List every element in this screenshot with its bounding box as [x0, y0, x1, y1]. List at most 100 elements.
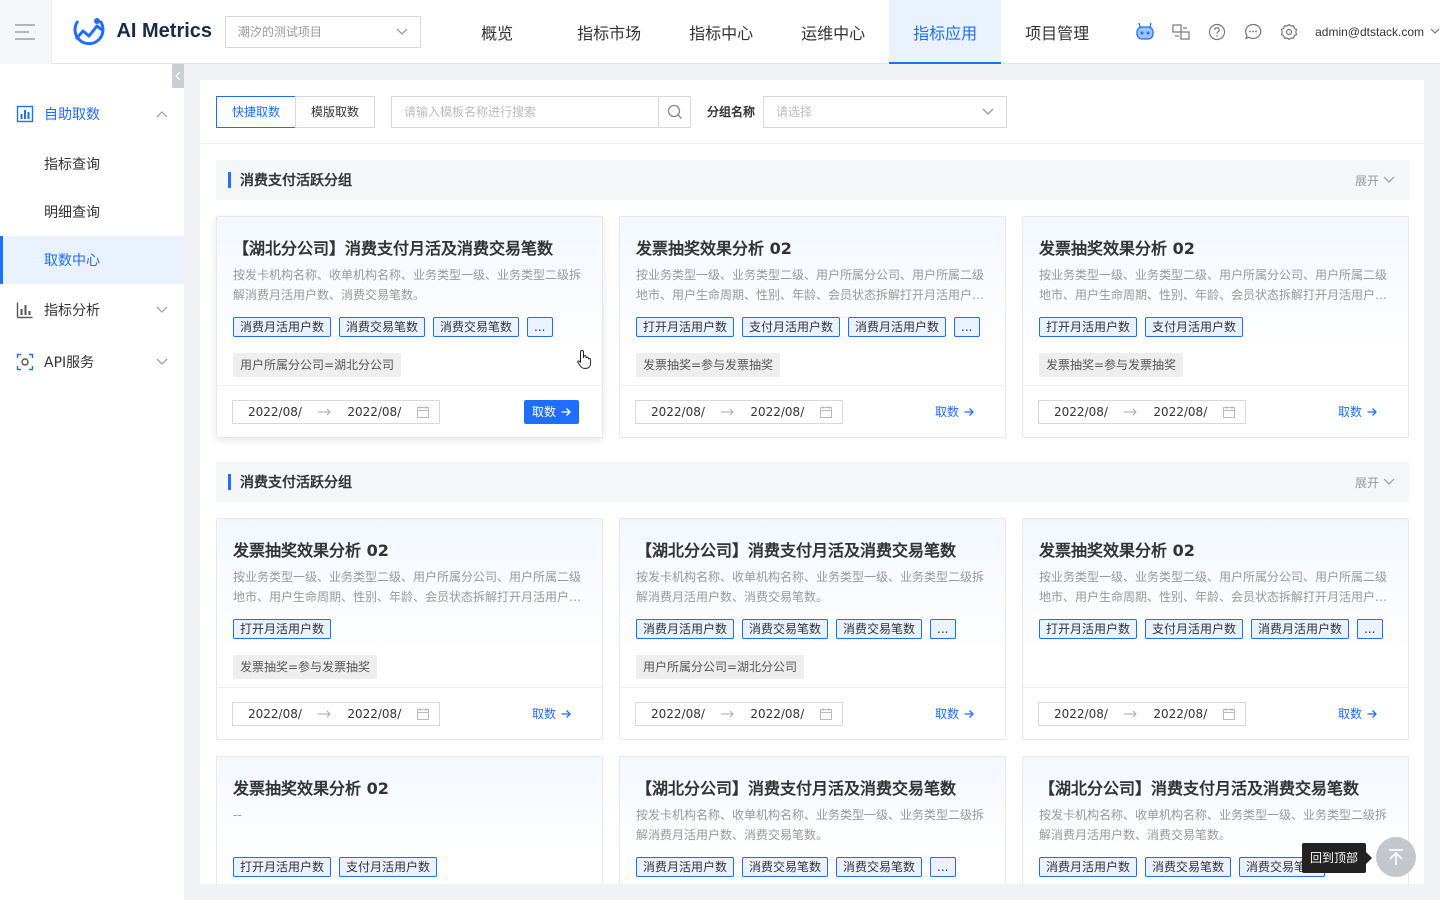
card-footer: 2022/08/2022/08/取数	[1023, 385, 1408, 437]
template-card[interactable]: 发票抽奖效果分析 02 按业务类型一级、业务类型二级、用户所属分公司、用户所属二级…	[619, 216, 1006, 438]
sidebar-collapse-button[interactable]	[172, 64, 184, 88]
logo-icon	[73, 17, 105, 45]
sidebar-item-detail-query[interactable]: 明细查询	[0, 188, 184, 236]
arrow-right-icon	[720, 710, 734, 717]
template-search	[391, 95, 692, 128]
card-footer: 2022/08/2022/08/取数	[620, 687, 1005, 739]
chevron-down-icon	[1383, 176, 1395, 183]
calendar-icon	[819, 707, 832, 720]
nav-project-management[interactable]: 项目管理	[1001, 0, 1113, 64]
fetch-label: 取数	[531, 405, 556, 419]
sidebar-group-api-service[interactable]: API服务	[0, 336, 184, 388]
template-card[interactable]: 发票抽奖效果分析 02 -- 打开月活用户数 支付月活用户数	[216, 756, 603, 884]
nav-ops-center[interactable]: 运维中心	[777, 0, 889, 64]
card-description: 按发卡机构名称、收单机构名称、业务类型一级、业务类型二级拆解消费月活用户数、消费…	[636, 808, 985, 842]
calendar-icon	[819, 405, 832, 418]
card-footer: 2022/08/2022/08/取数	[217, 687, 602, 739]
fetch-button[interactable]: 取数	[523, 399, 579, 424]
search-input[interactable]	[392, 96, 659, 127]
template-card[interactable]: 发票抽奖效果分析 02 按业务类型一级、业务类型二级、用户所属分公司、用户所属二级…	[1022, 216, 1409, 438]
date-range-picker[interactable]: 2022/08/2022/08/	[1038, 701, 1246, 726]
template-card[interactable]: 发票抽奖效果分析 02 按业务类型一级、业务类型二级、用户所属分公司、用户所属二级…	[216, 518, 603, 740]
arrow-right-icon	[1367, 407, 1377, 416]
date-range-picker[interactable]: 2022/08/2022/08/	[232, 701, 440, 726]
template-card[interactable]: 发票抽奖效果分析 02 按业务类型一级、业务类型二级、用户所属分公司、用户所属二级…	[1022, 518, 1409, 740]
date-end: 2022/08/	[347, 706, 402, 721]
arrow-right-icon	[561, 709, 571, 718]
metric-tag: 消费月活用户数	[636, 619, 735, 639]
tab-quick-fetch[interactable]: 快捷取数	[216, 95, 297, 128]
fetch-label: 取数	[531, 707, 556, 721]
help-icon[interactable]	[1205, 20, 1229, 44]
search-button[interactable]	[658, 96, 690, 127]
translate-icon[interactable]	[1169, 20, 1193, 44]
card-title: 【湖北分公司】消费支付月活及消费交易笔数	[233, 239, 554, 257]
arrow-right-icon	[317, 710, 331, 717]
more-tags-button[interactable]: ...	[930, 857, 956, 877]
filter-condition: 发票抽奖=参与发票抽奖	[1039, 353, 1184, 377]
sidebar-item-metric-query[interactable]: 指标查询	[0, 140, 184, 188]
template-card[interactable]: 【湖北分公司】消费支付月活及消费交易笔数 按发卡机构名称、收单机构名称、业务类型一…	[619, 518, 1006, 740]
fetch-button[interactable]: 取数	[1330, 702, 1385, 726]
date-range-picker[interactable]: 2022/08/2022/08/	[232, 399, 440, 424]
settings-icon[interactable]	[1277, 20, 1301, 44]
more-tags-button[interactable]: ...	[954, 317, 980, 337]
metric-tag: 打开月活用户数	[1039, 619, 1138, 639]
nav-overview[interactable]: 概览	[441, 0, 553, 64]
date-range-picker[interactable]: 2022/08/2022/08/	[635, 399, 843, 424]
nav-metric-market[interactable]: 指标市场	[553, 0, 665, 64]
nav-metric-center[interactable]: 指标中心	[665, 0, 777, 64]
card-title: 发票抽奖效果分析 02	[1039, 239, 1195, 257]
metric-tag: 消费交易笔数	[339, 317, 426, 337]
metric-tag: 消费交易笔数	[836, 857, 923, 877]
more-tags-button[interactable]: ...	[527, 317, 553, 337]
user-menu[interactable]: admin@dtstack.com	[1315, 25, 1440, 39]
expand-toggle[interactable]: 展开	[1355, 474, 1395, 491]
sidebar-group-self-service[interactable]: 自助取数	[0, 88, 184, 140]
analysis-icon	[16, 302, 33, 319]
date-start: 2022/08/	[248, 404, 302, 419]
more-tags-button[interactable]: ...	[1357, 619, 1383, 639]
date-range-picker[interactable]: 2022/08/2022/08/	[1038, 399, 1246, 424]
nav-metric-application[interactable]: 指标应用	[889, 0, 1002, 64]
metric-tag: 消费交易笔数	[742, 857, 829, 877]
metric-tag: 打开月活用户数	[1039, 317, 1138, 337]
filter-condition: 用户所属分公司=湖北分公司	[233, 353, 402, 377]
fetch-button[interactable]: 取数	[524, 702, 579, 726]
group-title: 消费支付活跃分组	[228, 170, 352, 190]
metric-tag: 消费月活用户数	[1251, 619, 1350, 639]
fetch-button[interactable]: 取数	[927, 400, 982, 424]
tab-template-fetch[interactable]: 模版取数	[295, 95, 376, 128]
date-range-picker[interactable]: 2022/08/2022/08/	[635, 701, 843, 726]
project-select[interactable]: 潮汐的测试项目	[224, 15, 422, 48]
metric-tag: 消费月活用户数	[1039, 857, 1138, 877]
app-logo[interactable]: AI Metrics	[70, 15, 224, 49]
sidebar-group-metric-analysis[interactable]: 指标分析	[0, 284, 184, 336]
date-start: 2022/08/	[1054, 404, 1108, 419]
group-name-select[interactable]: 请选择	[763, 95, 1008, 128]
fetch-button[interactable]: 取数	[1330, 400, 1385, 424]
card-footer: 2022/08/2022/08/取数	[620, 385, 1005, 437]
sidebar-item-data-center[interactable]: 取数中心	[0, 236, 184, 284]
card-footer: 2022/08/2022/08/取数	[1023, 687, 1408, 739]
search-icon	[667, 104, 682, 119]
chevron-down-icon	[1430, 28, 1440, 34]
chevron-down-icon	[156, 358, 168, 365]
message-icon[interactable]	[1241, 20, 1265, 44]
expand-label: 展开	[1354, 475, 1379, 490]
card-description: 按发卡机构名称、收单机构名称、业务类型一级、业务类型二级拆解消费月活用户数、消费…	[233, 268, 582, 302]
menu-toggle-button[interactable]	[0, 0, 53, 64]
more-tags-button[interactable]: ...	[930, 619, 956, 639]
date-end: 2022/08/	[1153, 706, 1208, 721]
back-to-top-button[interactable]	[1376, 837, 1416, 877]
group-header: 消费支付活跃分组 展开	[216, 160, 1409, 200]
fetch-button[interactable]: 取数	[927, 702, 982, 726]
robot-icon[interactable]	[1133, 20, 1157, 44]
template-card[interactable]: 【湖北分公司】消费支付月活及消费交易笔数按发卡机构名称、收单机构名称、业务类型一…	[216, 216, 603, 438]
template-card[interactable]: 【湖北分公司】消费支付月活及消费交易笔数 按发卡机构名称、收单机构名称、业务类型一…	[619, 756, 1006, 884]
chevron-up-icon	[156, 111, 168, 118]
sidebar-group-label: API服务	[44, 355, 95, 371]
group-title: 消费支付活跃分组	[228, 472, 352, 492]
card-title: 发票抽奖效果分析 02	[233, 779, 389, 797]
expand-toggle[interactable]: 展开	[1355, 172, 1395, 189]
